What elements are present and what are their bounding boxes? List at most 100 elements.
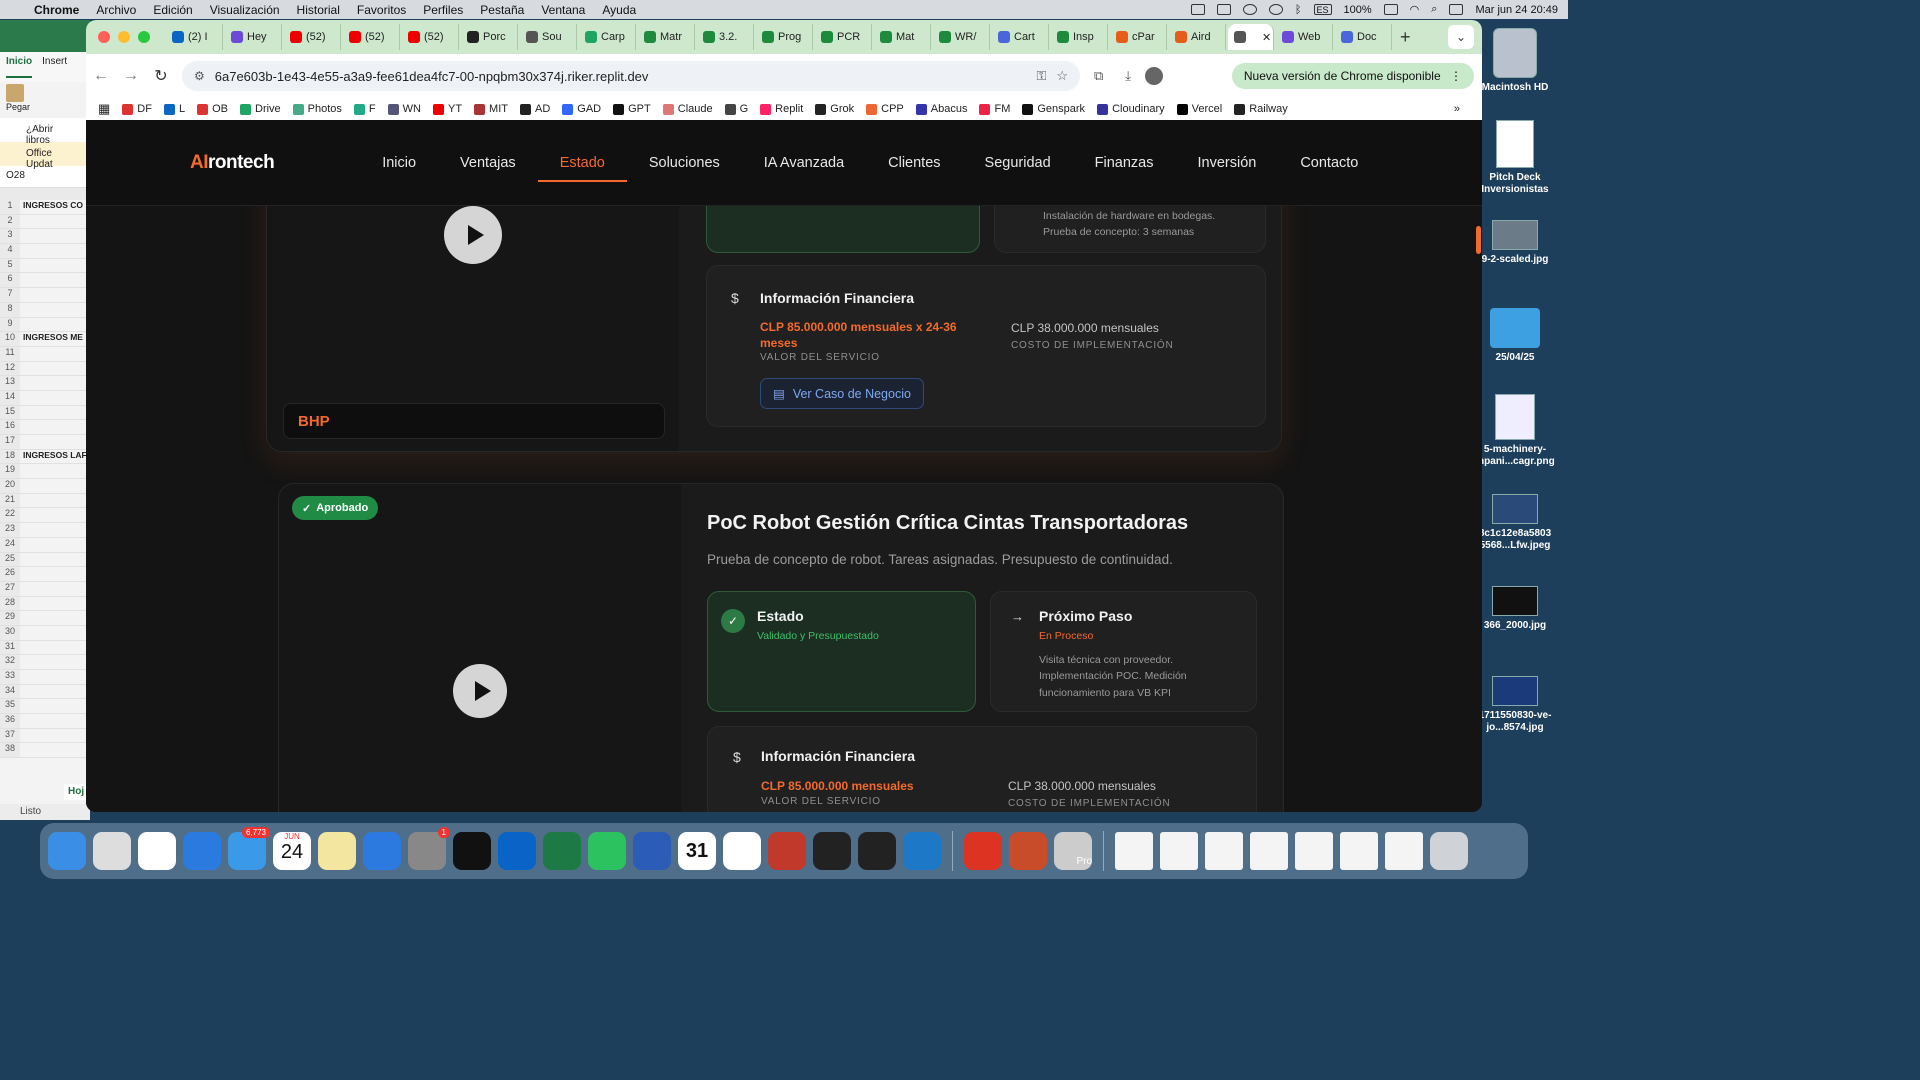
sheet-row[interactable]: 10 INGRESOS ME [0, 332, 90, 347]
sheet-row[interactable]: 12 [0, 361, 90, 377]
upload-icon[interactable] [1216, 4, 1231, 15]
cell[interactable]: INGRESOS LAF [20, 450, 87, 464]
browser-tab[interactable]: Doc [1335, 24, 1392, 50]
cell[interactable] [20, 406, 23, 420]
extensions-icon[interactable]: ⧉ [1094, 68, 1103, 84]
row-number[interactable]: 19 [0, 464, 20, 479]
chrome-update-button[interactable]: Nueva versión de Chrome disponible ⋮ [1231, 63, 1474, 89]
bookmark-item[interactable]: GPT [613, 103, 651, 115]
site-info-icon[interactable]: ⚙ [194, 69, 205, 83]
nav-link[interactable]: Inversión [1175, 120, 1278, 206]
password-key-icon[interactable]: ⚿ [1036, 68, 1046, 84]
desktop-item[interactable]: 9-2-scaled.jpg [1472, 220, 1558, 266]
browser-tab[interactable]: (52) [402, 24, 459, 50]
headphones-icon[interactable] [1268, 4, 1283, 15]
row-number[interactable]: 31 [0, 640, 20, 655]
bookmark-item[interactable]: AD [520, 103, 550, 115]
browser-tab[interactable]: Web [1276, 24, 1333, 50]
cell[interactable] [20, 714, 23, 728]
row-number[interactable]: 22 [0, 508, 20, 523]
sheet-row[interactable]: 3 [0, 229, 90, 245]
launchpad-icon[interactable] [93, 832, 131, 870]
powerpoint-icon[interactable] [1009, 832, 1047, 870]
nav-link[interactable]: Seguridad [963, 120, 1073, 206]
row-number[interactable]: 1 [0, 200, 20, 214]
site-logo[interactable]: AIrontech [190, 152, 275, 174]
paste-button[interactable]: Pegar [0, 82, 90, 118]
row-number[interactable]: 10 [0, 332, 20, 346]
cell[interactable] [20, 523, 23, 537]
cell[interactable] [20, 553, 23, 567]
cell[interactable] [20, 244, 23, 258]
row-number[interactable]: 25 [0, 552, 20, 567]
sheet-row[interactable]: 29 [0, 611, 90, 626]
calendar-icon[interactable]: JUN 24 [273, 832, 311, 870]
github-icon[interactable] [858, 832, 896, 870]
bookmarks-overflow-icon[interactable]: » [1454, 103, 1460, 115]
recent-document-icon[interactable] [1205, 832, 1243, 870]
cell[interactable]: INGRESOS CO [20, 200, 83, 214]
input-source[interactable]: ES [1313, 4, 1332, 15]
recent-document-icon[interactable] [1250, 832, 1288, 870]
cell[interactable] [20, 582, 23, 596]
sheet-row[interactable]: 18 INGRESOS LAF [0, 449, 90, 465]
row-number[interactable]: 27 [0, 581, 20, 596]
sheet-row[interactable]: 36 [0, 714, 90, 729]
chrome-icon[interactable] [138, 832, 176, 870]
sheet-row[interactable]: 14 [0, 390, 90, 406]
row-number[interactable]: 37 [0, 728, 20, 743]
sheet-row[interactable]: 1 INGRESOS CO [0, 200, 90, 215]
sheet-row[interactable]: 34 [0, 684, 90, 700]
bookmark-item[interactable]: Railway [1234, 103, 1288, 115]
cell[interactable] [20, 347, 23, 361]
row-number[interactable]: 36 [0, 714, 20, 728]
row-number[interactable]: 5 [0, 258, 20, 273]
tailscale-icon[interactable] [813, 832, 851, 870]
menu-favoritos[interactable]: Favoritos [357, 3, 406, 17]
sheet-row[interactable]: 9 [0, 317, 90, 333]
row-number[interactable]: 6 [0, 273, 20, 288]
bookmark-item[interactable]: Replit [760, 103, 803, 115]
browser-tab[interactable]: (52) [343, 24, 400, 50]
open-books-banner[interactable]: ¿Abrir libros [0, 118, 90, 146]
row-number[interactable]: 23 [0, 523, 20, 537]
browser-tab[interactable]: 3.2. [697, 24, 754, 50]
cell[interactable]: INGRESOS ME [20, 332, 83, 346]
cell[interactable] [20, 626, 23, 640]
bookmark-item[interactable]: Grok [815, 103, 854, 115]
menu-ventana[interactable]: Ventana [541, 3, 585, 17]
bookmark-item[interactable]: GAD [562, 103, 601, 115]
cell[interactable] [20, 597, 23, 611]
maximize-window-icon[interactable] [138, 31, 150, 43]
sheet-row[interactable]: 35 [0, 699, 90, 715]
row-number[interactable]: 15 [0, 405, 20, 420]
sheet-row[interactable]: 16 [0, 420, 90, 435]
nav-link[interactable]: Soluciones [627, 120, 742, 206]
row-number[interactable]: 3 [0, 229, 20, 244]
sheet-row[interactable]: 22 [0, 508, 90, 524]
menu-pestana[interactable]: Pestaña [480, 3, 524, 17]
address-bar[interactable]: ⚙ 6a7e603b-1e43-4e55-a3a9-fee61dea4fc7-0… [182, 61, 1080, 91]
recent-document-icon[interactable] [1295, 832, 1333, 870]
forward-icon[interactable]: → [116, 67, 146, 85]
desktop-item[interactable]: Macintosh HD [1472, 28, 1558, 94]
close-tab-icon[interactable]: ✕ [1262, 31, 1271, 44]
bookmark-item[interactable]: MIT [474, 103, 508, 115]
cell[interactable] [20, 538, 23, 552]
sheet-row[interactable]: 21 [0, 493, 90, 509]
menu-ayuda[interactable]: Ayuda [602, 3, 636, 17]
minimize-window-icon[interactable] [118, 31, 130, 43]
nav-link[interactable]: Finanzas [1073, 120, 1176, 206]
sheet-row[interactable]: 17 [0, 435, 90, 450]
cell[interactable] [20, 391, 23, 405]
bookmark-star-icon[interactable]: ☆ [1056, 68, 1068, 84]
browser-tab[interactable]: PCR [815, 24, 872, 50]
bookmark-item[interactable]: CPP [866, 103, 904, 115]
download-icon[interactable]: ⤓ [1125, 68, 1131, 84]
play-icon[interactable] [1242, 4, 1257, 15]
cell[interactable] [20, 376, 23, 390]
excel-icon[interactable] [543, 832, 581, 870]
menu-edicion[interactable]: Edición [153, 3, 192, 17]
desktop-item[interactable]: 8c1c12e8a5803 5568...Lfw.jpeg [1472, 494, 1558, 552]
play-button-icon[interactable] [444, 206, 502, 264]
